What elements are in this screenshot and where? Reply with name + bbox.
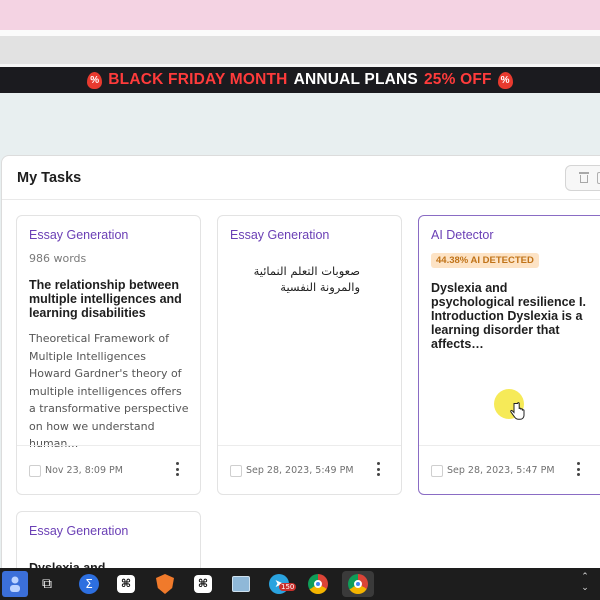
- select-checkbox[interactable]: [29, 465, 41, 477]
- delete-button[interactable]: [565, 165, 600, 191]
- percent-tag-icon: %: [87, 71, 103, 89]
- chrome-icon[interactable]: [305, 571, 331, 597]
- task-date: Sep 28, 2023, 5:49 PM: [246, 465, 354, 476]
- task-date: Sep 28, 2023, 5:47 PM: [447, 465, 555, 476]
- task-title: The relationship between multiple intell…: [29, 278, 182, 320]
- browser-tab-strip: [0, 0, 600, 30]
- card-footer: Sep 28, 2023, 5:47 PM: [419, 445, 600, 494]
- task-title: صعوبات التعلم النمائية والمرونة النفسية: [253, 264, 360, 294]
- promo-discount: 25% OFF: [423, 71, 492, 88]
- capcut-icon[interactable]: ⌘: [113, 571, 139, 597]
- task-card[interactable]: Essay Generation صعوبات التعلم النمائية …: [217, 215, 402, 495]
- start-icon[interactable]: [2, 571, 28, 597]
- telegram-unread-badge: 150: [279, 583, 297, 591]
- task-card[interactable]: Essay Generation 986 words The relations…: [16, 215, 201, 495]
- percent-tag-icon: %: [497, 71, 513, 89]
- page-title: My Tasks: [17, 170, 82, 186]
- promo-annual-plans: ANNUAL PLANS: [293, 71, 418, 88]
- task-date: Nov 23, 8:09 PM: [45, 465, 123, 476]
- taskbar: ⧉ Σ ⌘ ⌘ ➤ 150 ⌃⌄: [0, 568, 600, 600]
- task-type-label: Essay Generation: [29, 228, 129, 242]
- chrome-icon[interactable]: [342, 571, 374, 597]
- word-count: 986 words: [29, 252, 87, 265]
- sigma-app-icon[interactable]: Σ: [76, 571, 102, 597]
- more-options-icon[interactable]: [577, 462, 581, 478]
- more-options-icon[interactable]: [176, 462, 180, 478]
- browser-toolbar: [0, 36, 600, 64]
- task-view-icon[interactable]: ⧉: [34, 571, 60, 597]
- more-options-icon[interactable]: [377, 462, 381, 478]
- task-type-label: AI Detector: [431, 228, 494, 242]
- promo-banner[interactable]: % BLACK FRIDAY MONTH ANNUAL PLANS 25% OF…: [0, 67, 600, 93]
- trash-icon: [579, 172, 589, 184]
- photos-icon[interactable]: [228, 571, 254, 597]
- brave-browser-icon[interactable]: [152, 571, 178, 597]
- select-checkbox[interactable]: [230, 465, 242, 477]
- tasks-panel-header: My Tasks: [2, 156, 600, 200]
- task-card[interactable]: AI Detector 44.38% AI DETECTED Dyslexia …: [418, 215, 600, 495]
- ai-detected-badge: 44.38% AI DETECTED: [431, 253, 539, 268]
- card-footer: Nov 23, 8:09 PM: [17, 445, 200, 494]
- promo-black-friday: BLACK FRIDAY MONTH: [108, 71, 288, 88]
- tray-overflow-icon[interactable]: ⌃ ⌄: [578, 572, 592, 596]
- card-footer: Sep 28, 2023, 5:49 PM: [218, 445, 401, 494]
- person-icon: [10, 576, 20, 592]
- select-checkbox[interactable]: [431, 465, 443, 477]
- task-preview: Theoretical Framework of Multiple Intell…: [29, 332, 189, 450]
- task-title: Dyslexia and psychological resilience I.…: [431, 281, 586, 351]
- hand-cursor-icon: [510, 402, 525, 420]
- task-type-label: Essay Generation: [230, 228, 330, 242]
- capcut-icon[interactable]: ⌘: [190, 571, 216, 597]
- task-type-label: Essay Generation: [29, 524, 129, 538]
